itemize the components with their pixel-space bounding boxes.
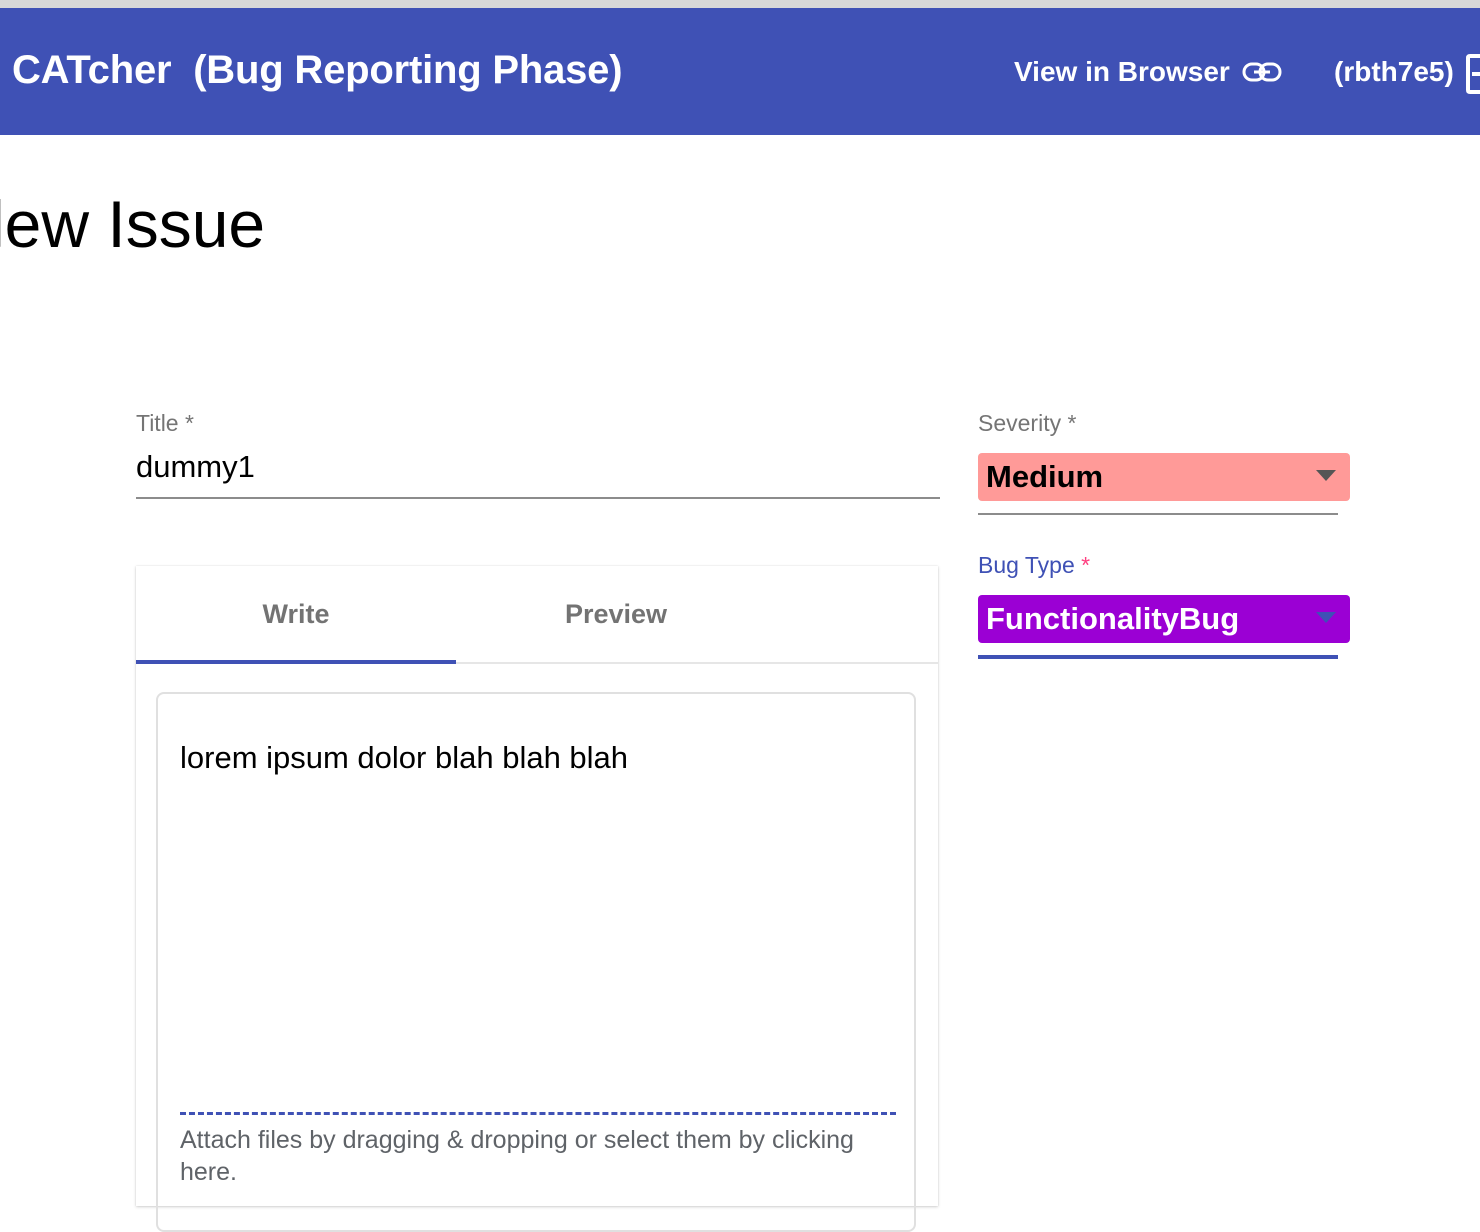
dropdown-arrow-icon xyxy=(1316,470,1336,481)
tab-preview[interactable]: Preview xyxy=(456,566,776,662)
severity-field: Severity * Medium xyxy=(978,410,1350,515)
window-top-strip xyxy=(0,0,1480,8)
logout-icon[interactable] xyxy=(1466,54,1480,94)
bug-type-label: Bug Type * xyxy=(978,552,1350,579)
bug-type-field: Bug Type * FunctionalityBug xyxy=(978,552,1350,659)
attach-files-hint[interactable]: Attach files by dragging & dropping or s… xyxy=(180,1124,896,1188)
severity-select[interactable]: Medium xyxy=(978,453,1350,501)
view-in-browser-link[interactable]: View in Browser xyxy=(1014,56,1282,88)
description-text: lorem ipsum dolor blah blah blah xyxy=(180,740,629,775)
link-icon xyxy=(1242,62,1282,82)
drop-zone-border xyxy=(180,1112,896,1115)
description-editor-card: Write Preview lorem ipsum dolor blah bla… xyxy=(136,566,938,1232)
required-marker: * xyxy=(1081,552,1091,578)
user-id: (rbth7e5) xyxy=(1334,56,1454,87)
view-in-browser-label: View in Browser xyxy=(1014,56,1230,87)
title-label: Title * xyxy=(136,410,194,436)
description-tab-bar: Write Preview xyxy=(136,566,938,664)
title-input[interactable] xyxy=(136,449,940,499)
active-tab-indicator xyxy=(136,660,456,664)
bug-type-select[interactable]: FunctionalityBug xyxy=(978,595,1350,643)
severity-label: Severity * xyxy=(978,410,1077,436)
description-textarea[interactable]: lorem ipsum dolor blah blah blah Attach … xyxy=(156,692,916,1232)
title-field[interactable]: Title * xyxy=(136,410,940,499)
severity-value: Medium xyxy=(986,459,1104,494)
bug-type-underline xyxy=(978,655,1338,659)
bug-type-value: FunctionalityBug xyxy=(986,601,1240,636)
page-title: lew Issue xyxy=(0,187,266,261)
tab-write[interactable]: Write xyxy=(136,566,456,662)
app-toolbar: CATcher (Bug Reporting Phase) View in Br… xyxy=(0,8,1480,135)
app-title: CATcher (Bug Reporting Phase) xyxy=(12,48,623,92)
bug-type-label-text: Bug Type xyxy=(978,552,1075,578)
dropdown-arrow-icon xyxy=(1316,612,1336,623)
severity-underline xyxy=(978,513,1338,515)
